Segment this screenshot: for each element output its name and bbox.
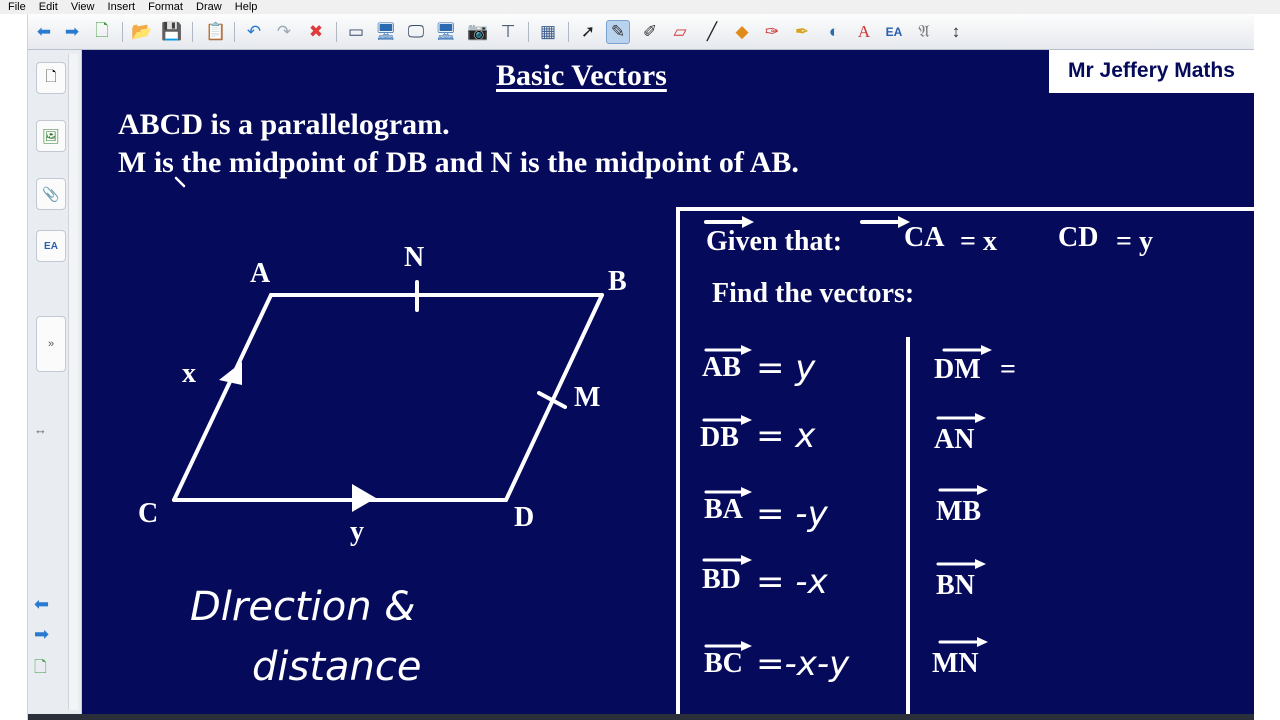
vector-bn: BN bbox=[936, 570, 975, 601]
eraser-icon[interactable]: ▱ bbox=[668, 20, 692, 44]
magic-pen-icon[interactable]: ✑ bbox=[760, 20, 784, 44]
vector-mn: MN bbox=[932, 648, 979, 679]
menu-insert[interactable]: Insert bbox=[108, 0, 136, 14]
document-camera-icon[interactable]: ⊤ bbox=[496, 20, 520, 44]
menu-draw[interactable]: Draw bbox=[196, 0, 222, 14]
taskbar-strip bbox=[28, 714, 1254, 720]
font-icon[interactable]: 𝔄 bbox=[912, 20, 936, 44]
line-icon[interactable]: ╱ bbox=[700, 20, 724, 44]
answer-bd: = -x bbox=[756, 562, 828, 602]
answer-ab: = y bbox=[756, 348, 816, 388]
monitor-icon[interactable]: 🖥 bbox=[434, 20, 458, 44]
vector-arrows bbox=[702, 345, 992, 651]
capture-icon[interactable]: 🖵 bbox=[404, 20, 428, 44]
menu-help[interactable]: Help bbox=[235, 0, 258, 14]
vector-dm: DM bbox=[934, 354, 981, 385]
page-sorter-icon[interactable]: 🗋 bbox=[36, 62, 66, 94]
right-edge bbox=[1254, 14, 1280, 720]
table-icon[interactable]: ▦ bbox=[536, 20, 560, 44]
answer-db: = x bbox=[756, 416, 816, 456]
new-page-icon[interactable]: 🗋 bbox=[90, 20, 114, 44]
show-display-icon[interactable]: 🖥 bbox=[374, 20, 398, 44]
select-icon[interactable]: ➚ bbox=[576, 20, 600, 44]
resize-icon[interactable]: ↔ bbox=[34, 422, 47, 437]
answer-bc: =-x-y bbox=[756, 644, 850, 684]
toolbar: ⬅ ➡ 🗋 📂 💾 📋 ↶ ↷ ✖ ▭ 🖥 🖵 🖥 📷 ⊤ ▦ ➚ ✎ ✐ ▱ … bbox=[28, 14, 1254, 50]
creative-pen-icon[interactable]: ✐ bbox=[638, 20, 662, 44]
vector-ba: BA bbox=[704, 494, 743, 525]
toolbar-separator bbox=[234, 22, 235, 42]
attachments-icon[interactable]: 📎 bbox=[36, 178, 66, 210]
toolbar-separator bbox=[568, 22, 569, 42]
move-toolbar-icon[interactable]: ↕ bbox=[944, 20, 968, 44]
vector-bc: BC bbox=[704, 648, 743, 679]
paste-icon[interactable]: 📋 bbox=[204, 20, 228, 44]
answer-dm: = bbox=[1000, 354, 1016, 385]
previous-page-icon[interactable]: ⬅ bbox=[34, 594, 49, 615]
fill-icon[interactable]: ◐ bbox=[822, 20, 846, 44]
vector-db: DB bbox=[700, 422, 739, 453]
next-page-icon[interactable]: ➡ bbox=[34, 624, 49, 645]
menu-bar: File Edit View Insert Format Draw Help bbox=[0, 0, 1280, 14]
answer-ba: = -y bbox=[756, 494, 828, 534]
delete-icon[interactable]: ✖ bbox=[304, 20, 328, 44]
toolbar-separator bbox=[336, 22, 337, 42]
properties-icon[interactable]: EA bbox=[882, 20, 906, 44]
back-icon[interactable]: ⬅ bbox=[32, 20, 56, 44]
pen-icon[interactable]: ✎ bbox=[606, 20, 630, 44]
redo-icon[interactable]: ↷ bbox=[272, 20, 296, 44]
vector-ab: AB bbox=[702, 352, 741, 383]
save-icon[interactable]: 💾 bbox=[160, 20, 184, 44]
toolbar-separator bbox=[122, 22, 123, 42]
add-page-icon[interactable]: 🗋 bbox=[34, 656, 47, 683]
undo-icon[interactable]: ↶ bbox=[242, 20, 266, 44]
toolbar-separator bbox=[192, 22, 193, 42]
vector-bd: BD bbox=[702, 564, 741, 595]
panel-scrollbar[interactable] bbox=[68, 54, 78, 710]
menu-file[interactable]: File bbox=[8, 0, 26, 14]
gallery-icon[interactable]: 🖼 bbox=[36, 120, 66, 152]
vector-mb: MB bbox=[936, 496, 982, 527]
screen-shade-icon[interactable]: ▭ bbox=[344, 20, 368, 44]
toolbar-separator bbox=[528, 22, 529, 42]
open-icon[interactable]: 📂 bbox=[130, 20, 154, 44]
menu-view[interactable]: View bbox=[71, 0, 95, 14]
collapse-panel-icon[interactable]: » bbox=[36, 316, 66, 372]
vector-an: AN bbox=[934, 424, 975, 455]
highlighter-icon[interactable]: ✒ bbox=[790, 20, 814, 44]
forward-icon[interactable]: ➡ bbox=[60, 20, 84, 44]
left-edge bbox=[0, 14, 28, 720]
whiteboard-canvas[interactable]: Basic Vectors Mr Jeffery Maths ABCD is a… bbox=[82, 50, 1254, 716]
shapes-icon[interactable]: ◆ bbox=[730, 20, 754, 44]
camera-icon[interactable]: 📷 bbox=[466, 20, 490, 44]
menu-edit[interactable]: Edit bbox=[39, 0, 58, 14]
properties-tab-icon[interactable]: EA bbox=[36, 230, 66, 262]
text-icon[interactable]: A bbox=[852, 20, 876, 44]
menu-format[interactable]: Format bbox=[148, 0, 183, 14]
